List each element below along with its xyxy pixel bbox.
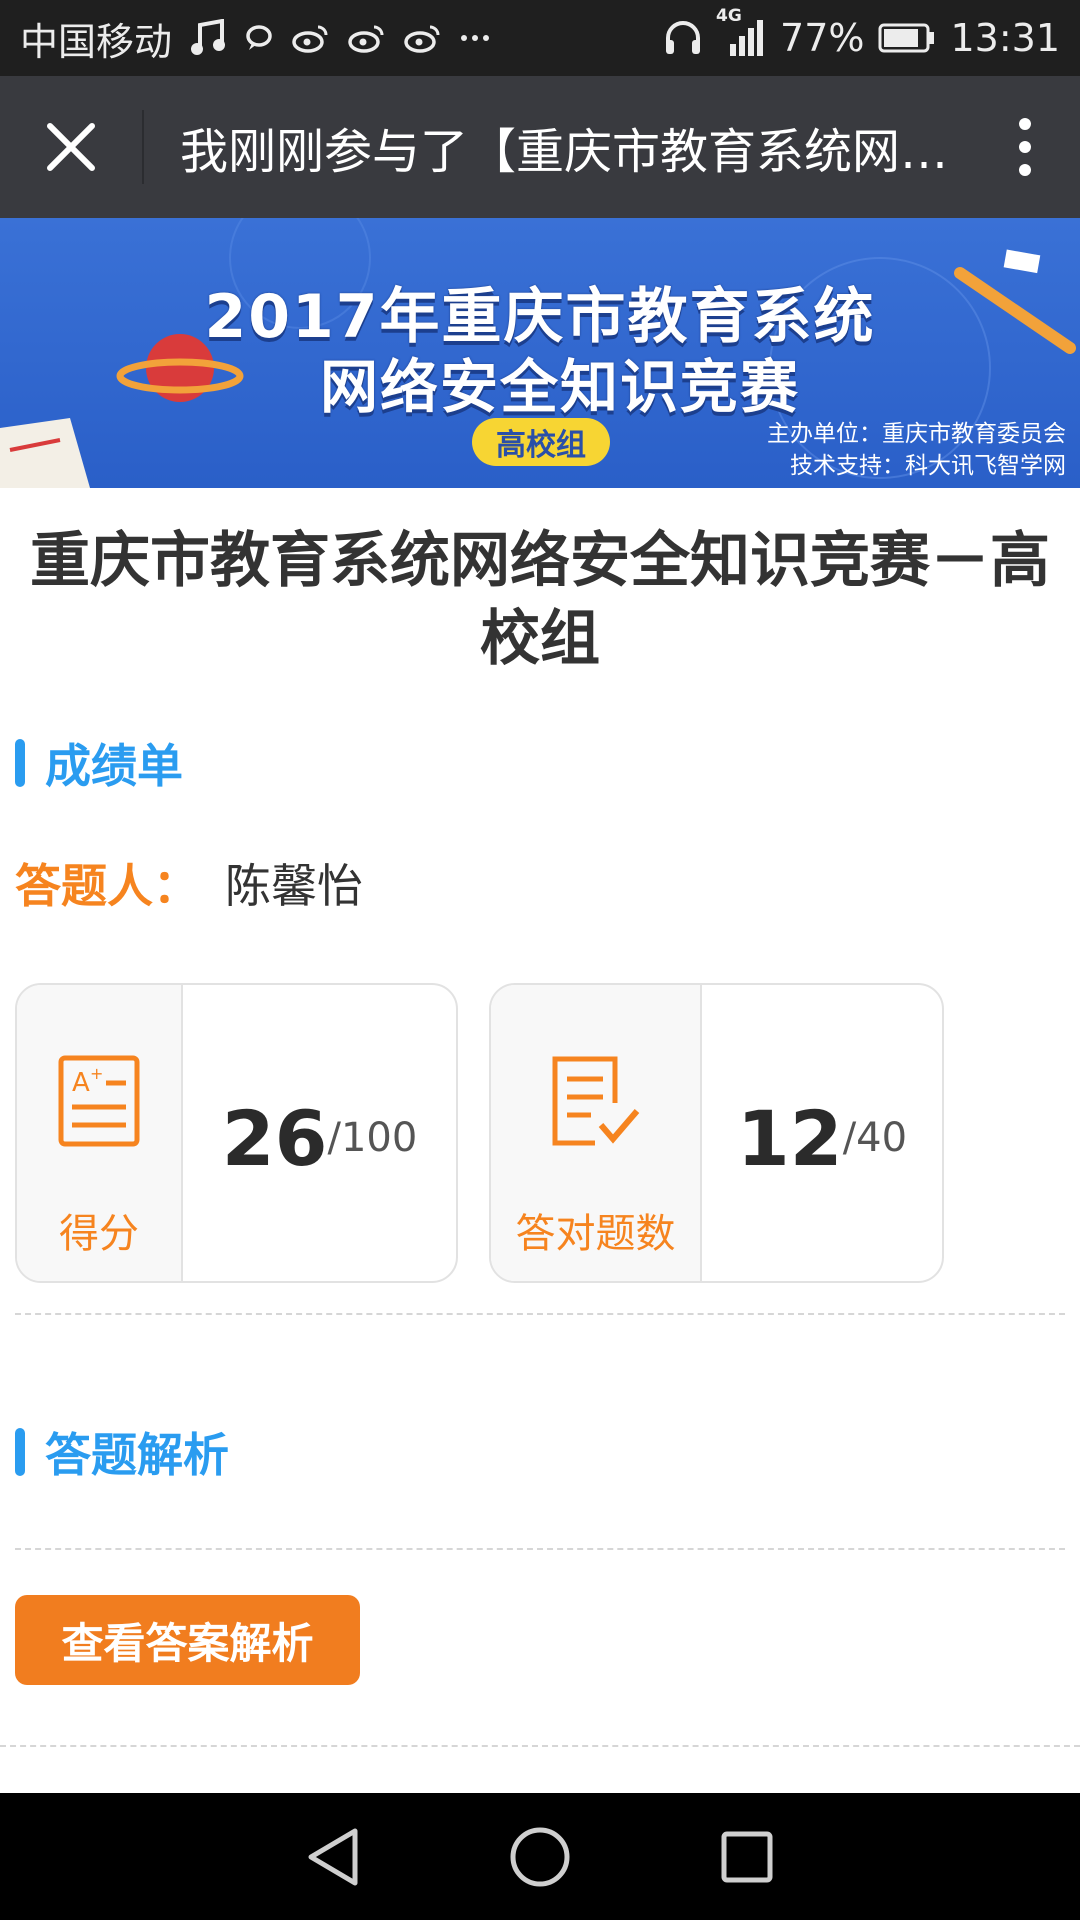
score-heading-label: 成绩单 — [45, 739, 183, 793]
recent-square-icon — [721, 1831, 773, 1882]
section-divider — [15, 1548, 1065, 1550]
correct-count-total: /40 — [842, 1115, 908, 1161]
svg-text:+: + — [90, 1064, 103, 1083]
contest-banner: 2017年重庆市教育系统 网络安全知识竞赛 高校组 主办单位：重庆市教育委员会 … — [0, 218, 1080, 488]
respondent-name: 陈馨怡 — [225, 859, 363, 913]
checklist-icon — [552, 1056, 639, 1146]
banner-tech-support: 技术支持：科大讯飞智学网 — [790, 453, 1066, 479]
correct-card-label: 答对题数 — [515, 1211, 676, 1257]
navigation-bar — [0, 1793, 1080, 1920]
banner-organizer: 主办单位：重庆市教育委员会 — [767, 421, 1066, 447]
music-note-icon — [190, 19, 226, 57]
home-button[interactable] — [495, 1812, 585, 1902]
back-button[interactable] — [288, 1812, 378, 1902]
analysis-section-heading: 答题解析 — [15, 1426, 229, 1482]
close-button[interactable] — [0, 76, 142, 218]
weibo-icon — [404, 23, 442, 53]
section-accent-bar — [15, 739, 25, 787]
weibo-icon — [348, 23, 386, 53]
analysis-heading-label: 答题解析 — [45, 1428, 229, 1482]
score-value: 26 — [221, 1093, 328, 1183]
correct-card-icon-area: 答对题数 — [491, 985, 702, 1281]
battery-percent: 77% — [780, 16, 865, 60]
section-divider — [0, 1745, 1080, 1747]
battery-icon — [878, 23, 936, 53]
recent-apps-button[interactable] — [702, 1812, 792, 1902]
more-notifications-icon — [460, 33, 490, 43]
home-circle-icon — [510, 1827, 570, 1886]
weibo-icon — [292, 23, 330, 53]
title-bar: 我刚刚参与了【重庆市教育系统网络安全知识竞赛... — [0, 76, 1080, 218]
score-section-heading: 成绩单 — [15, 737, 183, 793]
respondent-row: 答题人： 陈馨怡 — [15, 850, 363, 916]
view-answer-analysis-button[interactable]: 查看答案解析 — [15, 1595, 360, 1685]
correct-count-value: 12 — [736, 1093, 843, 1183]
more-menu-button[interactable] — [970, 76, 1080, 218]
network-type: 4G — [716, 6, 742, 26]
page-title-bar-text: 我刚刚参与了【重庆市教育系统网络安全知识竞赛... — [180, 124, 970, 180]
score-card-label: 得分 — [59, 1211, 139, 1257]
score-card: A + 得分 26 /100 — [15, 983, 458, 1283]
section-accent-bar — [15, 1428, 25, 1476]
score-value-area: 26 /100 — [183, 985, 456, 1281]
section-divider — [15, 1313, 1065, 1315]
close-icon — [47, 123, 95, 171]
grade-sheet-icon: A + — [58, 1055, 140, 1147]
status-left: 中国移动 — [20, 11, 490, 66]
status-right: 4G 77% 13:31 — [664, 6, 1060, 60]
correct-count-card: 答对题数 12 /40 — [489, 983, 944, 1283]
back-triangle-icon — [308, 1828, 358, 1885]
banner-title-line2: 网络安全知识竞赛 — [319, 353, 800, 421]
signal-icon: 4G — [716, 6, 766, 58]
banner-group-badge: 高校组 — [472, 418, 610, 466]
score-card-icon-area: A + 得分 — [17, 985, 183, 1281]
carrier-name: 中国移动 — [20, 19, 173, 64]
status-bar: 中国移动 4G 77% 13:31 — [0, 0, 1080, 76]
headphones-icon — [664, 20, 702, 56]
banner-organizer-info: 主办单位：重庆市教育委员会 技术支持：科大讯飞智学网 — [767, 418, 1066, 482]
correct-value-area: 12 /40 — [702, 985, 942, 1281]
clock: 13:31 — [950, 16, 1060, 60]
vertical-dots-icon — [1019, 118, 1031, 176]
page-title: 重庆市教育系统网络安全知识竞赛－高校组 — [30, 526, 1050, 674]
chat-bubble-icon — [244, 23, 274, 53]
svg-text:A: A — [72, 1068, 90, 1098]
score-total: /100 — [327, 1115, 418, 1161]
respondent-label: 答题人： — [15, 859, 199, 913]
